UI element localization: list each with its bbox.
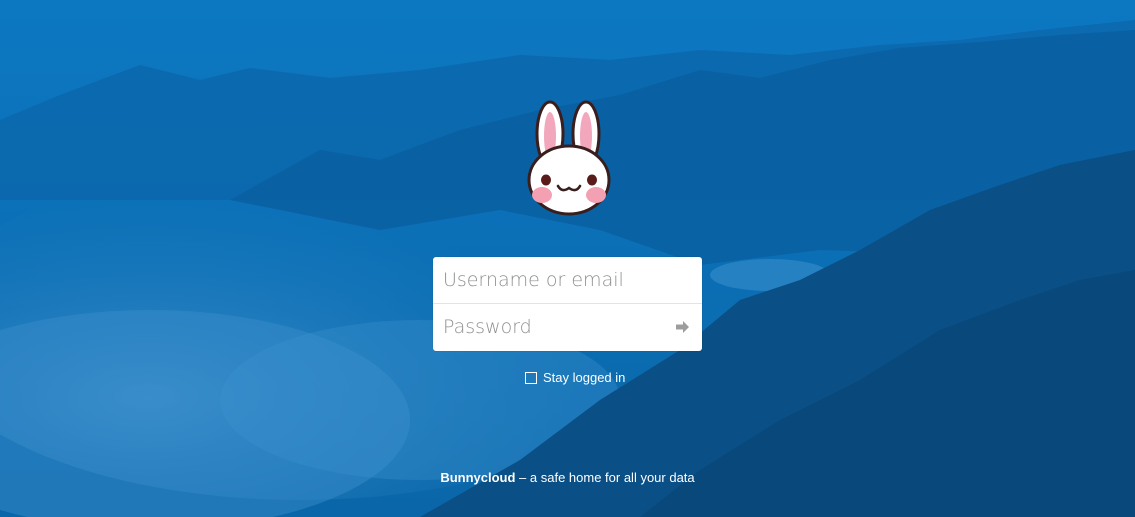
bunny-logo-icon	[527, 100, 611, 216]
footer-tagline: Bunnycloud – a safe home for all your da…	[0, 470, 1135, 486]
tagline-text: – a safe home for all your data	[515, 470, 695, 485]
username-input[interactable]	[433, 257, 702, 303]
login-submit-button[interactable]	[670, 314, 696, 340]
password-input[interactable]	[433, 304, 702, 350]
login-form	[433, 257, 702, 351]
stay-logged-in-checkbox[interactable]: Stay logged in	[525, 370, 625, 386]
stay-logged-in-label: Stay logged in	[543, 370, 626, 385]
checkbox-icon[interactable]	[525, 372, 537, 384]
arrow-right-icon	[676, 321, 689, 333]
brand-name: Bunnycloud	[440, 470, 516, 485]
